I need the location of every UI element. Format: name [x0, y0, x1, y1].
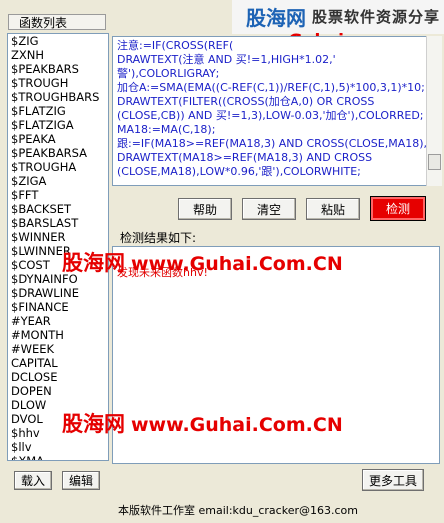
function-list-item[interactable]: $BACKSET: [11, 202, 108, 216]
code-line: (CLOSE,MA18),LOW*0.96,'跟'),COLORWHITE;: [117, 165, 361, 178]
watermark-brand: 股海网: [246, 6, 306, 30]
watermark-logo: 股海网 股票软件资源分享: [232, 0, 444, 34]
function-list-item[interactable]: $FLATZIG: [11, 104, 108, 118]
more-tools-button[interactable]: 更多工具: [362, 469, 424, 491]
check-button[interactable]: 检测: [370, 196, 426, 221]
function-list-item[interactable]: $BARSLAST: [11, 216, 108, 230]
function-list-item[interactable]: DCLOSE: [11, 370, 108, 384]
function-list-item[interactable]: ZXNH: [11, 48, 108, 62]
code-line: 注意:=IF(CROSS(REF(: [117, 39, 234, 52]
function-list-item[interactable]: #MONTH: [11, 328, 108, 342]
function-list-item[interactable]: $WINNER: [11, 230, 108, 244]
function-list-item[interactable]: $ZIGA: [11, 174, 108, 188]
function-list-title: 函数列表: [8, 14, 106, 30]
watermark-bottom-brand: 股海网: [62, 412, 125, 436]
code-line: MA18:=MA(C,18);: [117, 123, 216, 136]
watermark-bottom-url: www.Guhai.Com.CN: [131, 414, 343, 436]
function-list-item[interactable]: $FINANCE: [11, 300, 108, 314]
watermark-mid-url: www.Guhai.Com.CN: [131, 253, 343, 275]
function-list-item[interactable]: #WEEK: [11, 342, 108, 356]
load-button[interactable]: 载入: [14, 471, 52, 490]
code-line: 加仓A:=SMA(EMA((C-REF(C,1))/REF(C,1),5)*10…: [117, 81, 425, 94]
paste-button[interactable]: 粘贴: [306, 198, 360, 220]
results-label: 检测结果如下:: [120, 231, 197, 245]
watermark-mid-brand: 股海网: [62, 251, 125, 275]
watermark-slogan: 股票软件资源分享: [312, 8, 441, 26]
code-line: DRAWTEXT(MA18>=REF(MA18,3) AND CROSS: [117, 151, 373, 164]
function-list-item[interactable]: $PEAKA: [11, 132, 108, 146]
function-list-item[interactable]: $llv: [11, 440, 108, 454]
function-list-item[interactable]: $FLATZIGA: [11, 118, 108, 132]
function-list-item[interactable]: $FFT: [11, 188, 108, 202]
code-line: 跟:=IF(MA18>=REF(MA18,3) AND CROSS(CLOSE,…: [117, 137, 440, 150]
function-list-item[interactable]: $XMA: [11, 454, 108, 460]
code-scrollbar[interactable]: [426, 36, 442, 186]
function-list-item[interactable]: $TROUGHBARS: [11, 90, 108, 104]
code-line: (CLOSE,CB)) AND 买!=1,3),LOW-0.03,'加仓'),C…: [117, 109, 424, 122]
function-list-item[interactable]: $PEAKBARS: [11, 62, 108, 76]
function-list-item[interactable]: CAPITAL: [11, 356, 108, 370]
code-line: DRAWTEXT(FILTER((CROSS(加仓A,0) OR CROSS: [117, 95, 375, 108]
function-list-item[interactable]: DOPEN: [11, 384, 108, 398]
clear-button[interactable]: 清空: [242, 198, 296, 220]
function-list-item[interactable]: $DRAWLINE: [11, 286, 108, 300]
footer: 本版软件工作室 email:kdu_cracker@163.com: [0, 499, 444, 519]
code-editor[interactable]: 注意:=IF(CROSS(REF(DRAWTEXT(注意 AND 买!=1,HI…: [112, 36, 440, 186]
scrollbar-thumb[interactable]: [428, 154, 441, 170]
function-list-item[interactable]: $ZIG: [11, 34, 108, 48]
function-list-item[interactable]: $PEAKBARSA: [11, 146, 108, 160]
watermark-bottom: 股海网 www.Guhai.Com.CN: [62, 408, 343, 438]
edit-button[interactable]: 编辑: [62, 471, 100, 490]
function-list-item[interactable]: $TROUGH: [11, 76, 108, 90]
function-list-item[interactable]: $TROUGHA: [11, 160, 108, 174]
function-list-item[interactable]: #YEAR: [11, 314, 108, 328]
code-line: DRAWTEXT(注意 AND 买!=1,HIGH*1.02,': [117, 53, 336, 66]
help-button[interactable]: 帮助: [178, 198, 232, 220]
code-line: 警'),COLORLIGRAY;: [117, 67, 220, 80]
watermark-mid: 股海网 www.Guhai.Com.CN: [62, 247, 343, 277]
